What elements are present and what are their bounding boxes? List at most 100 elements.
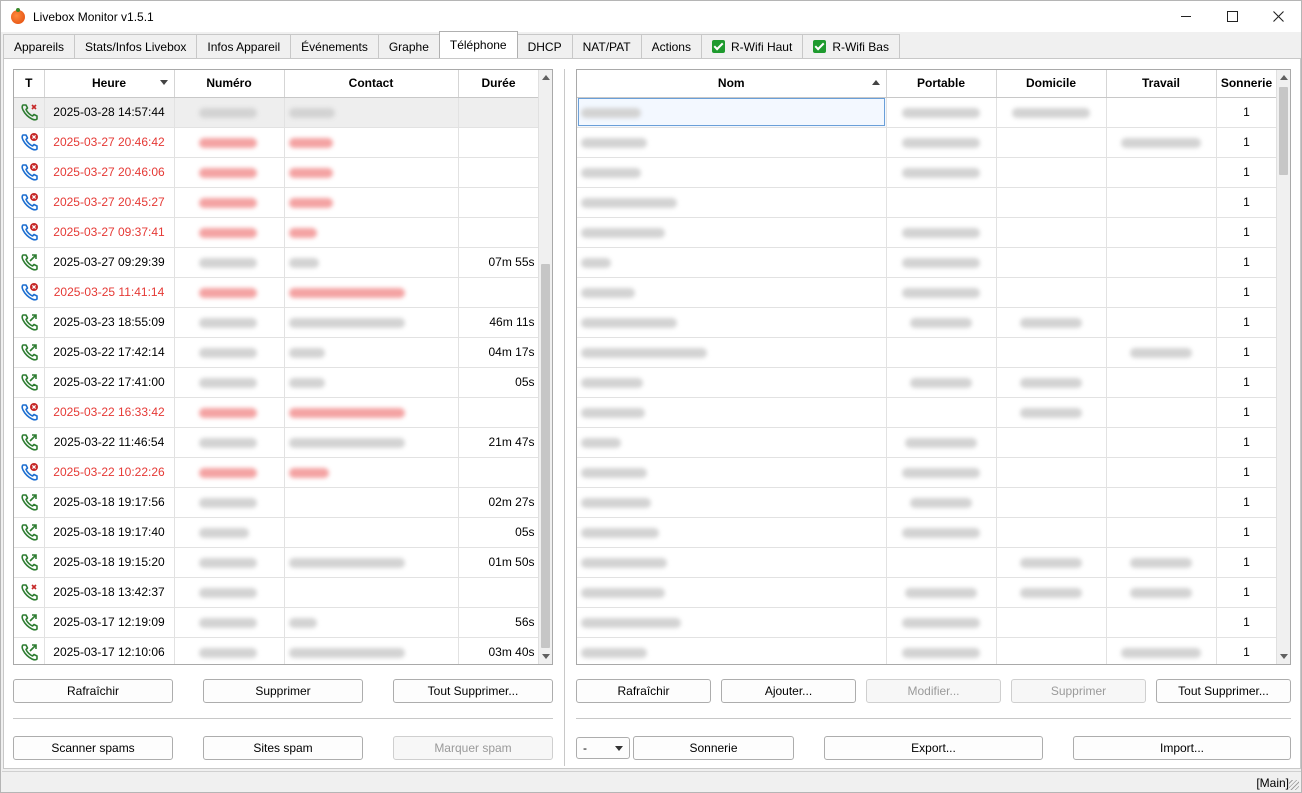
contact-name[interactable] [577, 367, 887, 398]
col-header-name[interactable]: Nom [577, 70, 887, 98]
contact-row[interactable]: 1 [577, 97, 1278, 128]
export-button[interactable]: Export... [824, 736, 1043, 760]
col-header-type[interactable]: T [14, 70, 45, 98]
calls-grid[interactable]: T Heure Numéro Contact Durée 2025-03-28 … [13, 69, 553, 665]
contact-name[interactable] [577, 577, 887, 608]
contact-row[interactable]: 1 [577, 517, 1278, 548]
call-row[interactable]: 2025-03-27 09:37:41 [14, 217, 540, 248]
calls-refresh-button[interactable]: Rafraîchir [13, 679, 173, 703]
contact-row[interactable]: 1 [577, 397, 1278, 428]
contact-row[interactable]: 1 [577, 127, 1278, 158]
contacts-delete-button[interactable]: Supprimer [1011, 679, 1146, 703]
contact-name[interactable] [577, 637, 887, 664]
col-header-home[interactable]: Domicile [996, 70, 1107, 98]
col-header-mobile[interactable]: Portable [886, 70, 997, 98]
contact-name[interactable] [577, 457, 887, 488]
calls-scroll-thumb[interactable] [541, 264, 550, 648]
contact-row[interactable]: 1 [577, 547, 1278, 578]
import-button[interactable]: Import... [1073, 736, 1291, 760]
contacts-add-button[interactable]: Ajouter... [721, 679, 856, 703]
contacts-edit-button[interactable]: Modifier... [866, 679, 1001, 703]
col-header-contact[interactable]: Contact [284, 70, 459, 98]
call-row[interactable]: 2025-03-17 12:10:06 03m 40s [14, 637, 540, 664]
call-row[interactable]: 2025-03-18 19:17:40 05s [14, 517, 540, 548]
scroll-down-icon[interactable] [1280, 654, 1288, 659]
tab-actions[interactable]: Actions [640, 34, 702, 58]
calls-scrollbar[interactable] [538, 70, 552, 664]
contact-name[interactable] [577, 217, 887, 248]
contact-name[interactable] [577, 277, 887, 308]
contact-row[interactable]: 1 [577, 187, 1278, 218]
col-header-time[interactable]: Heure [44, 70, 175, 98]
contact-name[interactable] [577, 187, 887, 218]
call-row[interactable]: 2025-03-28 14:57:44 [14, 97, 540, 128]
call-row[interactable]: 2025-03-22 17:42:14 04m 17s [14, 337, 540, 368]
contacts-delete-all-button[interactable]: Tout Supprimer... [1156, 679, 1291, 703]
scroll-down-icon[interactable] [542, 654, 550, 659]
call-row[interactable]: 2025-03-22 17:41:00 05s [14, 367, 540, 398]
calls-delete-all-button[interactable]: Tout Supprimer... [393, 679, 553, 703]
contact-row[interactable]: 1 [577, 217, 1278, 248]
contact-row[interactable]: 1 [577, 367, 1278, 398]
tab-graphe[interactable]: Graphe [377, 34, 440, 58]
tab-r-wifi-haut[interactable]: R-Wifi Haut [700, 34, 804, 58]
contacts-grid[interactable]: Nom Portable Domicile Travail Sonnerie 1… [576, 69, 1291, 665]
contact-name[interactable] [577, 397, 887, 428]
call-row[interactable]: 2025-03-27 09:29:39 07m 55s [14, 247, 540, 278]
spam-sites-button[interactable]: Sites spam [203, 736, 363, 760]
contact-row[interactable]: 1 [577, 487, 1278, 518]
contact-row[interactable]: 1 [577, 607, 1278, 638]
contact-name[interactable] [577, 517, 887, 548]
contacts-scroll-thumb[interactable] [1279, 87, 1288, 175]
contact-name[interactable] [577, 247, 887, 278]
tab-nat-pat[interactable]: NAT/PAT [571, 34, 642, 58]
call-row[interactable]: 2025-03-18 19:17:56 02m 27s [14, 487, 540, 518]
call-row[interactable]: 2025-03-22 10:22:26 [14, 457, 540, 488]
contact-row[interactable]: 1 [577, 427, 1278, 458]
contact-row[interactable]: 1 [577, 157, 1278, 188]
tab-r-wifi-bas[interactable]: R-Wifi Bas [802, 34, 900, 58]
ringtone-button[interactable]: Sonnerie [633, 736, 794, 760]
call-row[interactable]: 2025-03-22 16:33:42 [14, 397, 540, 428]
call-row[interactable]: 2025-03-27 20:46:06 [14, 157, 540, 188]
call-row[interactable]: 2025-03-17 12:19:09 56s [14, 607, 540, 638]
contact-name[interactable] [577, 427, 887, 458]
scroll-up-icon[interactable] [542, 75, 550, 80]
col-header-number[interactable]: Numéro [174, 70, 285, 98]
contact-row[interactable]: 1 [577, 637, 1278, 664]
tab-stats-infos-livebox[interactable]: Stats/Infos Livebox [74, 34, 198, 58]
close-button[interactable] [1255, 1, 1301, 32]
contact-row[interactable]: 1 [577, 247, 1278, 278]
resize-grip-icon[interactable] [1289, 780, 1299, 790]
title-bar[interactable]: Livebox Monitor v1.5.1 [1, 1, 1301, 32]
call-row[interactable]: 2025-03-25 11:41:14 [14, 277, 540, 308]
ringtone-select[interactable]: - [576, 737, 630, 759]
contact-name[interactable] [577, 97, 887, 128]
call-row[interactable]: 2025-03-23 18:55:09 46m 11s [14, 307, 540, 338]
tab-infos-appareil[interactable]: Infos Appareil [196, 34, 292, 58]
contact-row[interactable]: 1 [577, 307, 1278, 338]
call-row[interactable]: 2025-03-27 20:46:42 [14, 127, 540, 158]
contacts-scrollbar[interactable] [1276, 70, 1290, 664]
call-row[interactable]: 2025-03-18 13:42:37 [14, 577, 540, 608]
contact-name[interactable] [577, 607, 887, 638]
contact-name[interactable] [577, 127, 887, 158]
call-row[interactable]: 2025-03-27 20:45:27 [14, 187, 540, 218]
contact-row[interactable]: 1 [577, 277, 1278, 308]
contacts-refresh-button[interactable]: Rafraîchir [576, 679, 711, 703]
contact-name[interactable] [577, 337, 887, 368]
scan-spam-button[interactable]: Scanner spams [13, 736, 173, 760]
contact-name[interactable] [577, 547, 887, 578]
tab-dhcp[interactable]: DHCP [516, 34, 573, 58]
panel-splitter[interactable] [564, 69, 565, 766]
contact-row[interactable]: 1 [577, 337, 1278, 368]
col-header-duration[interactable]: Durée [458, 70, 540, 98]
contact-name[interactable] [577, 157, 887, 188]
tab-t-l-phone[interactable]: Téléphone [438, 31, 518, 58]
contact-name[interactable] [577, 487, 887, 518]
contact-row[interactable]: 1 [577, 457, 1278, 488]
contact-name[interactable] [577, 307, 887, 338]
minimize-button[interactable] [1163, 1, 1209, 32]
tab--v-nements[interactable]: Événements [290, 34, 379, 58]
contact-row[interactable]: 1 [577, 577, 1278, 608]
